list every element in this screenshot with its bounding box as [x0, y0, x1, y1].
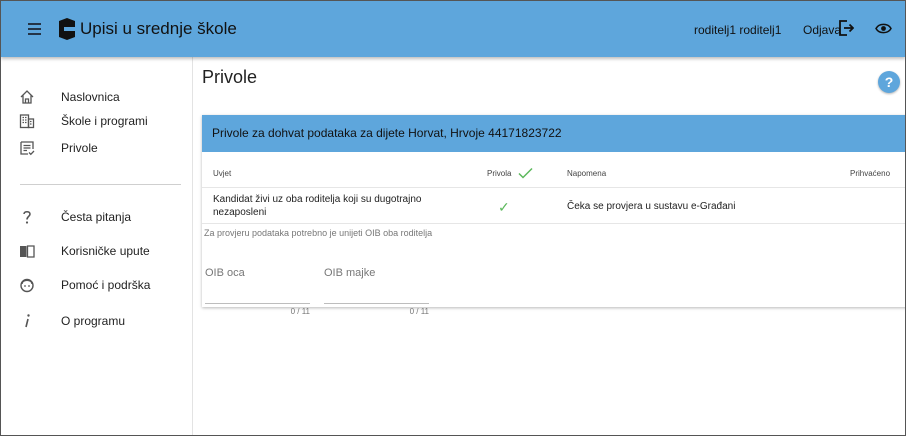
sidebar-item-label: Česta pitanja — [61, 210, 132, 224]
sidebar-item-label: Pomoć i podrška — [61, 278, 151, 292]
check-icon — [518, 167, 533, 179]
oib-majke-input[interactable] — [324, 283, 429, 304]
user-name: roditelj1 roditelj1 — [694, 23, 782, 37]
sidebar-item-skole[interactable]: Škole i programi — [1, 107, 191, 135]
oib-majke-label: OIB majke — [324, 267, 376, 279]
oib-oca-label: OIB oca — [205, 267, 245, 279]
app-title: Upisi u srednje škole — [80, 19, 237, 38]
sidebar-item-label: Privole — [61, 141, 98, 155]
oib-majke-counter: 0 / 11 — [409, 307, 429, 316]
page-title: Privole — [202, 67, 258, 87]
app-window: Upisi u srednje škole roditelj1 roditelj… — [0, 0, 906, 436]
column-header-uvjet[interactable]: Uvjet — [213, 169, 231, 178]
sidebar-item-korisnicke-upute[interactable]: Korisničke upute — [1, 237, 191, 265]
eye-icon[interactable] — [875, 22, 892, 35]
row-note: Čeka se provjera u sustavu e-Građani — [567, 201, 736, 212]
sidebar-divider — [20, 184, 181, 185]
sidebar-item-label: Korisničke upute — [61, 244, 150, 258]
consent-card: Privole za dohvat podataka za dijete Hor… — [202, 115, 905, 316]
sidebar-item-privole[interactable]: Privole — [1, 134, 191, 162]
sidebar: Naslovnica Škole i programi Privole Čest… — [1, 57, 193, 435]
sidebar-item-label: Naslovnica — [61, 90, 120, 104]
card-header: Privole za dohvat podataka za dijete Hor… — [202, 115, 905, 152]
logout-link[interactable]: Odjava — [803, 23, 841, 37]
sidebar-item-o-programu[interactable]: O programu — [1, 307, 191, 335]
sidebar-item-pomoc[interactable]: Pomoć i podrška — [1, 271, 191, 299]
oib-oca-field: OIB oca 0 / 11 — [205, 267, 312, 316]
oib-oca-input[interactable] — [205, 283, 310, 304]
form-icon — [20, 141, 35, 156]
book-icon — [20, 245, 35, 258]
logo-icon — [59, 18, 75, 40]
row-condition: Kandidat živi uz oba roditelja koji su d… — [213, 194, 422, 218]
table-row-divider — [202, 223, 905, 224]
card-title: Privole za dohvat podataka za dijete Hor… — [212, 126, 562, 140]
top-app-bar: Upisi u srednje škole roditelj1 roditelj… — [1, 1, 905, 57]
question-icon — [23, 210, 31, 224]
building-icon — [19, 114, 35, 129]
column-header-prihvaceno[interactable]: Prihvaćeno — [850, 169, 890, 178]
sidebar-item-label: Škole i programi — [61, 114, 148, 128]
table-header-divider — [202, 187, 905, 188]
consent-check-icon: ✓ — [498, 199, 510, 215]
column-header-napomena[interactable]: Napomena — [567, 169, 606, 178]
sidebar-item-label: O programu — [61, 314, 126, 328]
support-icon — [20, 278, 34, 293]
home-icon — [20, 90, 34, 104]
info-icon — [25, 314, 30, 328]
menu-icon[interactable] — [25, 18, 47, 40]
oib-majke-field: OIB majke 0 / 11 — [324, 267, 431, 316]
sidebar-item-cesta-pitanja[interactable]: Česta pitanja — [1, 203, 191, 231]
logout-icon[interactable] — [838, 20, 854, 36]
column-header-privola[interactable]: Privola — [487, 169, 511, 178]
help-button[interactable]: ? — [878, 71, 900, 93]
oib-hint: Za provjeru podataka potrebno je unijeti… — [204, 228, 433, 238]
oib-oca-counter: 0 / 11 — [290, 307, 310, 316]
